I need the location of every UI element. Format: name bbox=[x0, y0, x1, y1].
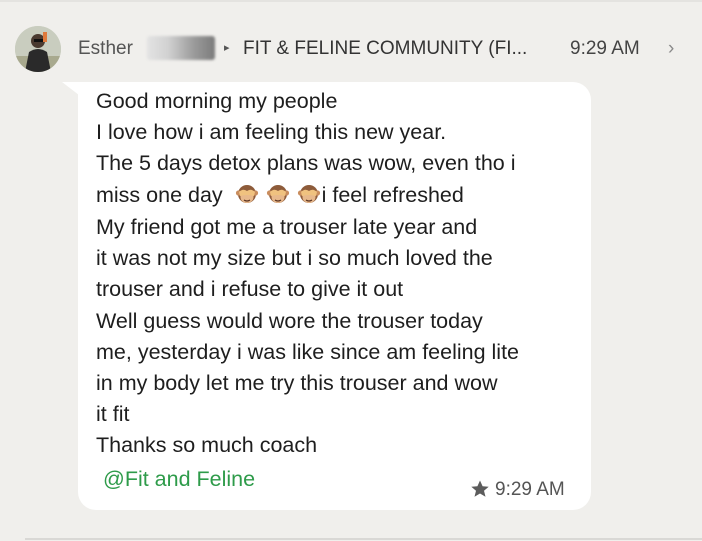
see-no-evil-monkey-icon bbox=[266, 185, 289, 203]
message-header: Esther ▸ FIT & FELINE COMMUNITY (FI... 9… bbox=[0, 22, 702, 76]
message-line: Thanks so much coach bbox=[96, 433, 318, 457]
message-timestamp: 9:29 AM bbox=[495, 479, 565, 500]
message-line: in my body let me try this trouser and w… bbox=[96, 371, 498, 395]
sender-name[interactable]: Esther bbox=[78, 38, 133, 60]
chevron-right-icon[interactable]: › bbox=[668, 38, 674, 60]
message-line: I love how i am feeling this new year. bbox=[96, 120, 447, 144]
message-line: trouser and i refuse to give it out bbox=[96, 277, 404, 301]
message-line: Good morning my people bbox=[96, 89, 338, 113]
star-icon[interactable] bbox=[470, 479, 490, 499]
message-line: The 5 days detox plans was wow, even tho… bbox=[96, 151, 516, 175]
see-no-evil-monkey-icon bbox=[235, 185, 258, 203]
redacted-name bbox=[147, 36, 215, 60]
avatar[interactable] bbox=[15, 26, 61, 72]
message-line: me, yesterday i was like since am feelin… bbox=[96, 340, 520, 364]
header-timestamp: 9:29 AM bbox=[570, 38, 640, 59]
bottom-divider bbox=[25, 538, 702, 540]
message-line: My friend got me a trouser late year and bbox=[96, 215, 478, 239]
group-name[interactable]: FIT & FELINE COMMUNITY (FI... bbox=[243, 38, 527, 60]
message-line: it fit bbox=[96, 402, 130, 426]
top-divider bbox=[0, 0, 702, 2]
see-no-evil-monkey-icon bbox=[297, 185, 320, 203]
message-text: i feel refreshed bbox=[321, 183, 464, 207]
message-text: miss one day bbox=[96, 183, 223, 207]
message-line-with-emoji: miss one day i feel refreshed bbox=[96, 180, 464, 211]
mention-link[interactable]: @Fit and Feline bbox=[103, 467, 255, 492]
group-arrow-icon: ▸ bbox=[224, 42, 230, 54]
message-bubble[interactable]: Good morning my people I love how i am f… bbox=[78, 82, 591, 510]
message-line: Well guess would wore the trouser today bbox=[96, 309, 483, 333]
message-line: it was not my size but i so much loved t… bbox=[96, 246, 493, 270]
